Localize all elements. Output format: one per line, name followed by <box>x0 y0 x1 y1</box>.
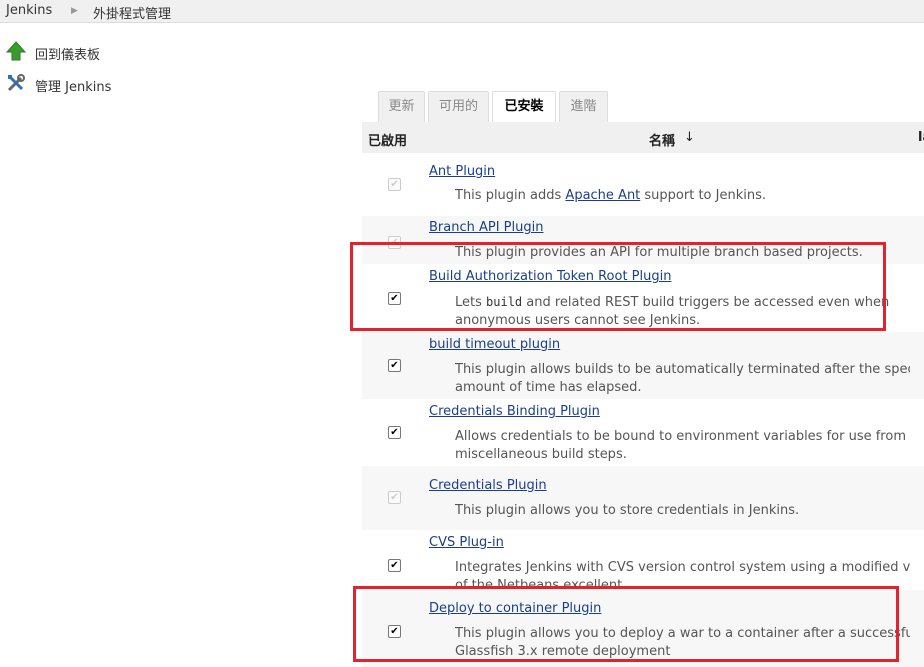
sidebar-item-label: 回到儀表板 <box>35 47 101 63</box>
tab-available[interactable]: 可用的 <box>428 91 489 122</box>
column-header-name[interactable]: 名稱 <box>649 130 675 149</box>
table-header: 已啟用 名稱 ↓ later <box>362 122 924 153</box>
desc-text: Allows credentials to be bound to enviro… <box>455 429 906 444</box>
plugin-name-link[interactable]: build timeout plugin <box>429 337 560 352</box>
plugin-description: This plugin adds Apache Ant support to J… <box>455 187 910 205</box>
plugin-name-link[interactable]: CVS Plug-in <box>429 535 504 550</box>
desc-text: amount of time has elapsed. <box>455 380 642 395</box>
table-row: ✔ Credentials Binding Plugin Allows cred… <box>362 399 924 466</box>
breadcrumb-jenkins[interactable]: Jenkins <box>6 3 52 18</box>
tab-advanced[interactable]: 進階 <box>559 91 608 122</box>
desc-text: This plugin allows builds to be automati… <box>455 362 910 377</box>
column-header-enabled[interactable]: 已啟用 <box>368 130 407 149</box>
column-header-extra[interactable]: later <box>918 130 924 145</box>
sidebar-item-back-to-dashboard[interactable]: 回到儀表板 <box>5 41 101 65</box>
breadcrumb-separator-icon: ▶ <box>71 6 78 16</box>
desc-text: Integrates Jenkins with CVS version cont… <box>455 560 910 575</box>
table-row: ✔ Ant Plugin This plugin adds Apache Ant… <box>362 153 924 216</box>
plugin-name-link[interactable]: Ant Plugin <box>429 164 495 179</box>
enabled-checkbox[interactable]: ✔ <box>388 426 401 439</box>
sidebar-item-manage-jenkins[interactable]: 管理 Jenkins <box>6 74 111 96</box>
enabled-checkbox[interactable]: ✔ <box>388 559 401 572</box>
highlight-box-deploy-to-container <box>353 586 899 662</box>
tools-icon <box>6 73 26 97</box>
desc-text: support to Jenkins. <box>640 188 766 203</box>
tab-installed[interactable]: 已安裝 <box>492 91 556 123</box>
table-row: ✔ CVS Plug-in Integrates Jenkins with CV… <box>362 530 924 591</box>
plugin-name-link[interactable]: Credentials Plugin <box>429 478 547 493</box>
table-row: ✔ build timeout plugin This plugin allow… <box>362 332 924 399</box>
table-row: ✔ Credentials Plugin This plugin allows … <box>362 466 924 530</box>
tab-updates[interactable]: 更新 <box>378 91 425 122</box>
enabled-checkbox: ✔ <box>388 491 401 504</box>
enabled-checkbox: ✔ <box>388 178 401 191</box>
breadcrumb: Jenkins ▶ 外掛程式管理 <box>0 0 924 23</box>
arrow-up-icon <box>5 41 27 65</box>
plugin-description: This plugin allows you to store credenti… <box>455 503 800 518</box>
apache-ant-link[interactable]: Apache Ant <box>565 188 640 203</box>
desc-text: miscellaneous build steps. <box>455 447 627 462</box>
plugin-name-link[interactable]: Branch API Plugin <box>429 220 543 235</box>
plugin-description: This plugin allows builds to be automati… <box>455 361 910 397</box>
plugin-description: Allows credentials to be bound to enviro… <box>455 428 910 464</box>
enabled-checkbox[interactable]: ✔ <box>388 359 401 372</box>
plugin-name-link[interactable]: Credentials Binding Plugin <box>429 404 600 419</box>
sidebar-item-label: 管理 Jenkins <box>35 79 112 95</box>
breadcrumb-plugin-manager[interactable]: 外掛程式管理 <box>93 3 171 22</box>
highlight-box-build-authorization <box>350 242 886 331</box>
sort-arrow-icon: ↓ <box>684 130 695 145</box>
desc-text: This plugin adds <box>455 188 566 203</box>
